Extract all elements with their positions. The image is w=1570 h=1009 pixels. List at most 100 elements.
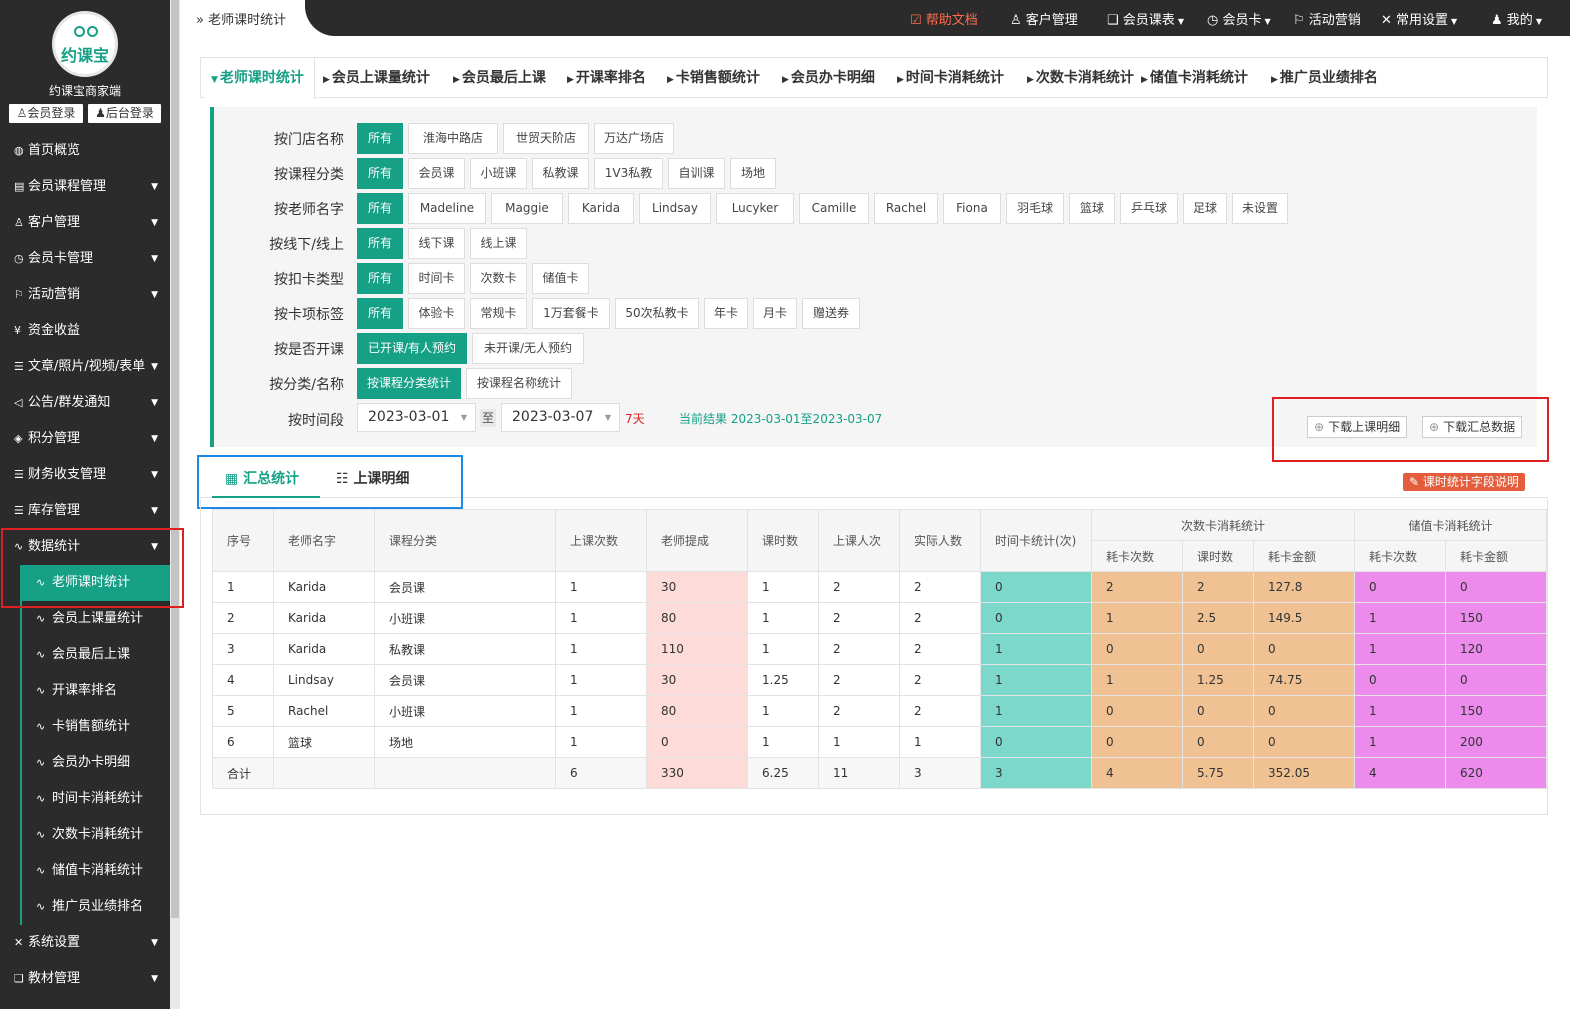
sidebar-item-label: 公告/群发通知	[28, 395, 111, 410]
table-cell: 1	[555, 602, 647, 634]
filter-label: 按课程分类	[274, 167, 344, 183]
filter-chip[interactable]: 篮球	[1069, 193, 1115, 224]
filter-chip[interactable]: Karida	[568, 193, 634, 224]
filter-chip[interactable]: 常规卡	[470, 298, 527, 329]
filter-chip[interactable]: Camille	[799, 193, 869, 224]
sidebar-subitem[interactable]: ∿ 会员最后上课	[20, 637, 170, 673]
table-cell: 1.25	[1182, 664, 1254, 696]
tab-0[interactable]: ▼ 老师课时统计	[205, 58, 315, 99]
tab-4[interactable]: ▶ 卡销售额统计	[667, 58, 760, 98]
filter-chip[interactable]: 按课程分类统计	[357, 368, 461, 399]
current-result: 当前结果 2023-03-01至2023-03-07	[679, 412, 883, 426]
table-cell: 1	[212, 571, 274, 603]
table-cell: 0	[1253, 633, 1355, 665]
filter-chip[interactable]: 已开课/有人预约	[357, 333, 467, 364]
sidebar-item[interactable]: ✕ 系统设置 ▼	[0, 925, 170, 961]
sidebar-subitem[interactable]: ∿ 时间卡消耗统计	[20, 781, 170, 817]
sidebar-item[interactable]: ☰ 库存管理 ▼	[0, 493, 170, 529]
sidebar-subitem[interactable]: ∿ 推广员业绩排名	[20, 889, 170, 925]
filter-chip[interactable]: 羽毛球	[1006, 193, 1064, 224]
filter-chip[interactable]: 未设置	[1232, 193, 1288, 224]
filter-chip[interactable]: 未开课/无人预约	[472, 333, 584, 364]
top-link-1[interactable]: ♙ 客户管理	[1010, 9, 1078, 28]
top-link-0[interactable]: ☑ 帮助文档	[910, 9, 978, 28]
tab-1[interactable]: ▶ 会员上课量统计	[323, 58, 430, 98]
filter-chip[interactable]: 体验卡	[408, 298, 465, 329]
filter-chip[interactable]: 所有	[357, 193, 403, 224]
tab-7[interactable]: ▶ 次数卡消耗统计	[1027, 58, 1134, 98]
tab-5[interactable]: ▶ 会员办卡明细	[782, 58, 875, 98]
top-link-3[interactable]: ◷ 会员卡 ▼	[1207, 9, 1271, 28]
filter-chip[interactable]: 1万套餐卡	[532, 298, 610, 329]
filter-chip[interactable]: 次数卡	[470, 263, 527, 294]
filter-chip[interactable]: 场地	[730, 158, 776, 189]
filter-chip[interactable]: 储值卡	[532, 263, 589, 294]
sidebar-item[interactable]: ☰ 财务收支管理 ▼	[0, 457, 170, 493]
top-link-6[interactable]: ♟ 我的 ▼	[1491, 9, 1542, 28]
filter-chip[interactable]: 会员课	[408, 158, 465, 189]
filter-chip[interactable]: 所有	[357, 158, 403, 189]
sidebar-scrollbar[interactable]	[170, 0, 180, 1009]
filter-label: 按是否开课	[274, 342, 344, 358]
sidebar-subitem[interactable]: ∿ 次数卡消耗统计	[20, 817, 170, 853]
tab-3[interactable]: ▶ 开课率排名	[567, 58, 646, 98]
filter-chip[interactable]: 1V3私教	[594, 158, 663, 189]
filter-chip[interactable]: Maggie	[491, 193, 563, 224]
table-row: 6 篮球 场地 1 0 1 1 1 0 0 0 0 1 200	[212, 726, 1547, 758]
start-date-input[interactable]: 2023-03-01 ▼	[357, 403, 476, 432]
filter-chip[interactable]: 淮海中路店	[408, 123, 498, 154]
filter-chip[interactable]: Madeline	[408, 193, 486, 224]
field-help-button[interactable]: ✎ 课时统计字段说明	[1403, 473, 1525, 491]
top-link-4[interactable]: ⚐ 活动营销	[1293, 9, 1361, 28]
sidebar-subitem[interactable]: ∿ 储值卡消耗统计	[20, 853, 170, 889]
filter-chip[interactable]: 月卡	[753, 298, 797, 329]
filter-chip[interactable]: 自训课	[668, 158, 725, 189]
table-cell: 0	[1253, 695, 1355, 727]
sidebar-subitem[interactable]: ∿ 卡销售额统计	[20, 709, 170, 745]
filter-chip[interactable]: Lucyker	[716, 193, 794, 224]
filter-chip[interactable]: 线下课	[408, 228, 465, 259]
sidebar-item[interactable]: ❑ 教材管理 ▼	[0, 961, 170, 997]
filter-chip[interactable]: 世贸天阶店	[503, 123, 589, 154]
table-cell: 2	[1182, 571, 1254, 603]
filter-chip[interactable]: Rachel	[874, 193, 938, 224]
filter-chip[interactable]: 按课程名称统计	[466, 368, 572, 399]
filter-chip[interactable]: 50次私教卡	[615, 298, 699, 329]
filter-chip[interactable]: 足球	[1183, 193, 1227, 224]
filter-chip[interactable]: 万达广场店	[594, 123, 674, 154]
filter-chip[interactable]: 时间卡	[408, 263, 465, 294]
sidebar-subitem[interactable]: ∿ 会员办卡明细	[20, 745, 170, 781]
sidebar-subitem[interactable]: ∿ 开课率排名	[20, 673, 170, 709]
table-cell: 1	[1354, 602, 1446, 634]
sidebar-subitem-label: 开课率排名	[52, 683, 118, 698]
table-cell: 2	[899, 664, 981, 696]
filter-chip[interactable]: 小班课	[470, 158, 527, 189]
filter-chip[interactable]: 所有	[357, 123, 403, 154]
tab-6[interactable]: ▶ 时间卡消耗统计	[897, 58, 1004, 98]
filter-chip[interactable]: 乒乓球	[1120, 193, 1178, 224]
filter-chip[interactable]: 线上课	[470, 228, 527, 259]
filter-chip[interactable]: 所有	[357, 263, 403, 294]
table-cell: 1	[747, 695, 819, 727]
admin-login-button[interactable]: ♟后台登录	[88, 104, 161, 123]
end-date-input[interactable]: 2023-03-07 ▼	[501, 403, 620, 432]
filter-chip[interactable]: 所有	[357, 228, 403, 259]
filter-chip[interactable]: Lindsay	[639, 193, 711, 224]
member-login-button[interactable]: ♙会员登录	[9, 104, 83, 123]
top-link-5[interactable]: ✕ 常用设置 ▼	[1381, 9, 1457, 28]
filter-chip[interactable]: 私教课	[532, 158, 589, 189]
stats-tabs: ▼ 老师课时统计 ▶ 会员上课量统计 ▶ 会员最后上课 ▶ 开课率排名 ▶ 卡销售额统计 ▶ 会员办卡…	[200, 57, 1548, 99]
filter-chip[interactable]: 赠送券	[802, 298, 860, 329]
tab-8[interactable]: ▶ 储值卡消耗统计	[1141, 58, 1248, 98]
caret-down-icon: ▼	[151, 974, 158, 984]
chevron-down-icon: ▼	[604, 413, 611, 422]
top-link-2[interactable]: ❑ 会员课表 ▼	[1107, 9, 1184, 28]
table-cell: 2	[818, 633, 900, 665]
filter-chip[interactable]: 年卡	[704, 298, 748, 329]
tab-2[interactable]: ▶ 会员最后上课	[453, 58, 546, 98]
table-cell: 150	[1445, 695, 1547, 727]
table-total-row: 合计 6 330 6.25 11 3 3 4 5.75 352.05 4 620	[212, 757, 1547, 789]
tab-9[interactable]: ▶ 推广员业绩排名	[1271, 58, 1378, 98]
filter-chip[interactable]: Fiona	[943, 193, 1001, 224]
filter-chip[interactable]: 所有	[357, 298, 403, 329]
